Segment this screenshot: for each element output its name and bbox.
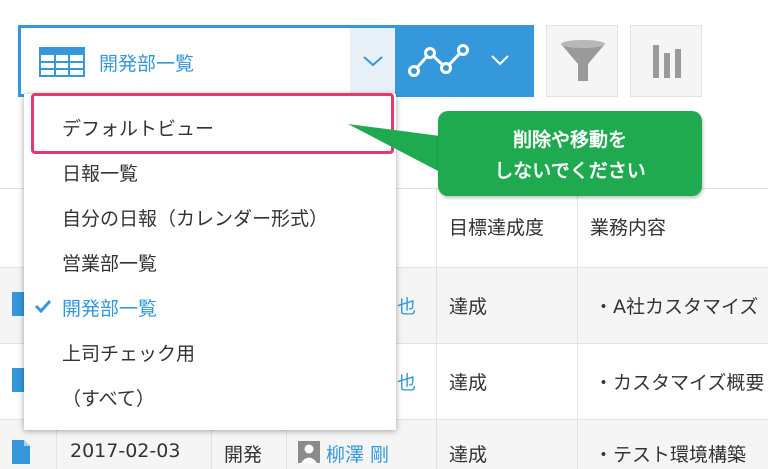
menu-item-label: 自分の日報（カレンダー形式）: [62, 208, 329, 230]
task-cell: ・A社カスタマイズ: [594, 296, 759, 318]
achievement-cell: 達成: [449, 372, 488, 394]
chevron-down-icon: [362, 56, 383, 67]
funnel-icon: [561, 40, 605, 81]
warning-callout: 削除や移動を しないでください: [438, 111, 702, 196]
callout-line-1: 削除や移動を: [512, 129, 627, 151]
menu-item-label: 開発部一覧: [62, 298, 158, 320]
current-view-name: 開発部一覧: [99, 53, 195, 75]
bar-chart-icon: [653, 45, 681, 78]
app-root: 開発部一覧 目標達成度 業務内容 也 達成 ・A社カスタマイズ 也 達成 ・カス…: [0, 0, 768, 469]
user-link[interactable]: 也: [397, 292, 416, 319]
callout-pointer: [348, 124, 440, 172]
menu-item-supervisor-check[interactable]: 上司チェック用: [24, 329, 396, 374]
menu-item-label: 営業部一覧: [62, 253, 158, 275]
achievement-cell: 達成: [449, 444, 488, 466]
document-icon[interactable]: [12, 440, 30, 464]
column-divider: [436, 188, 437, 469]
task-cell: ・カスタマイズ概要: [594, 372, 765, 394]
menu-item-dev-dept-list[interactable]: 開発部一覧: [24, 284, 396, 329]
task-cell: ・テスト環境構築: [594, 444, 747, 466]
user-link[interactable]: 也: [397, 368, 416, 395]
menu-item-all[interactable]: （すべて）: [24, 374, 396, 419]
chevron-down-icon: [491, 55, 509, 66]
filter-button[interactable]: [546, 25, 618, 97]
view-dropdown-toggle[interactable]: [350, 28, 395, 94]
user-icon: [298, 441, 320, 463]
user-link[interactable]: 柳澤 剛: [326, 440, 389, 467]
graph-button[interactable]: [395, 25, 534, 97]
chart-button[interactable]: [630, 25, 702, 97]
checkmark-icon: [34, 299, 52, 313]
menu-item-label: 上司チェック用: [62, 343, 196, 365]
department-cell: 開発: [224, 444, 263, 466]
line-graph-icon: [408, 44, 469, 77]
callout-line-2: しないでください: [494, 160, 646, 182]
header-target-achievement[interactable]: 目標達成度: [449, 213, 544, 240]
view-selector[interactable]: 開発部一覧: [18, 25, 395, 97]
column-divider: [577, 188, 578, 469]
menu-item-label: 日報一覧: [62, 163, 139, 185]
menu-item-sales-dept-list[interactable]: 営業部一覧: [24, 239, 396, 284]
menu-item-label: （すべて）: [62, 388, 155, 410]
achievement-cell: 達成: [449, 296, 488, 318]
menu-item-my-daily-report-calendar[interactable]: 自分の日報（カレンダー形式）: [24, 194, 396, 239]
date-cell: 2017-02-03: [70, 440, 181, 462]
table-icon: [39, 47, 85, 77]
header-task-content[interactable]: 業務内容: [590, 213, 666, 240]
